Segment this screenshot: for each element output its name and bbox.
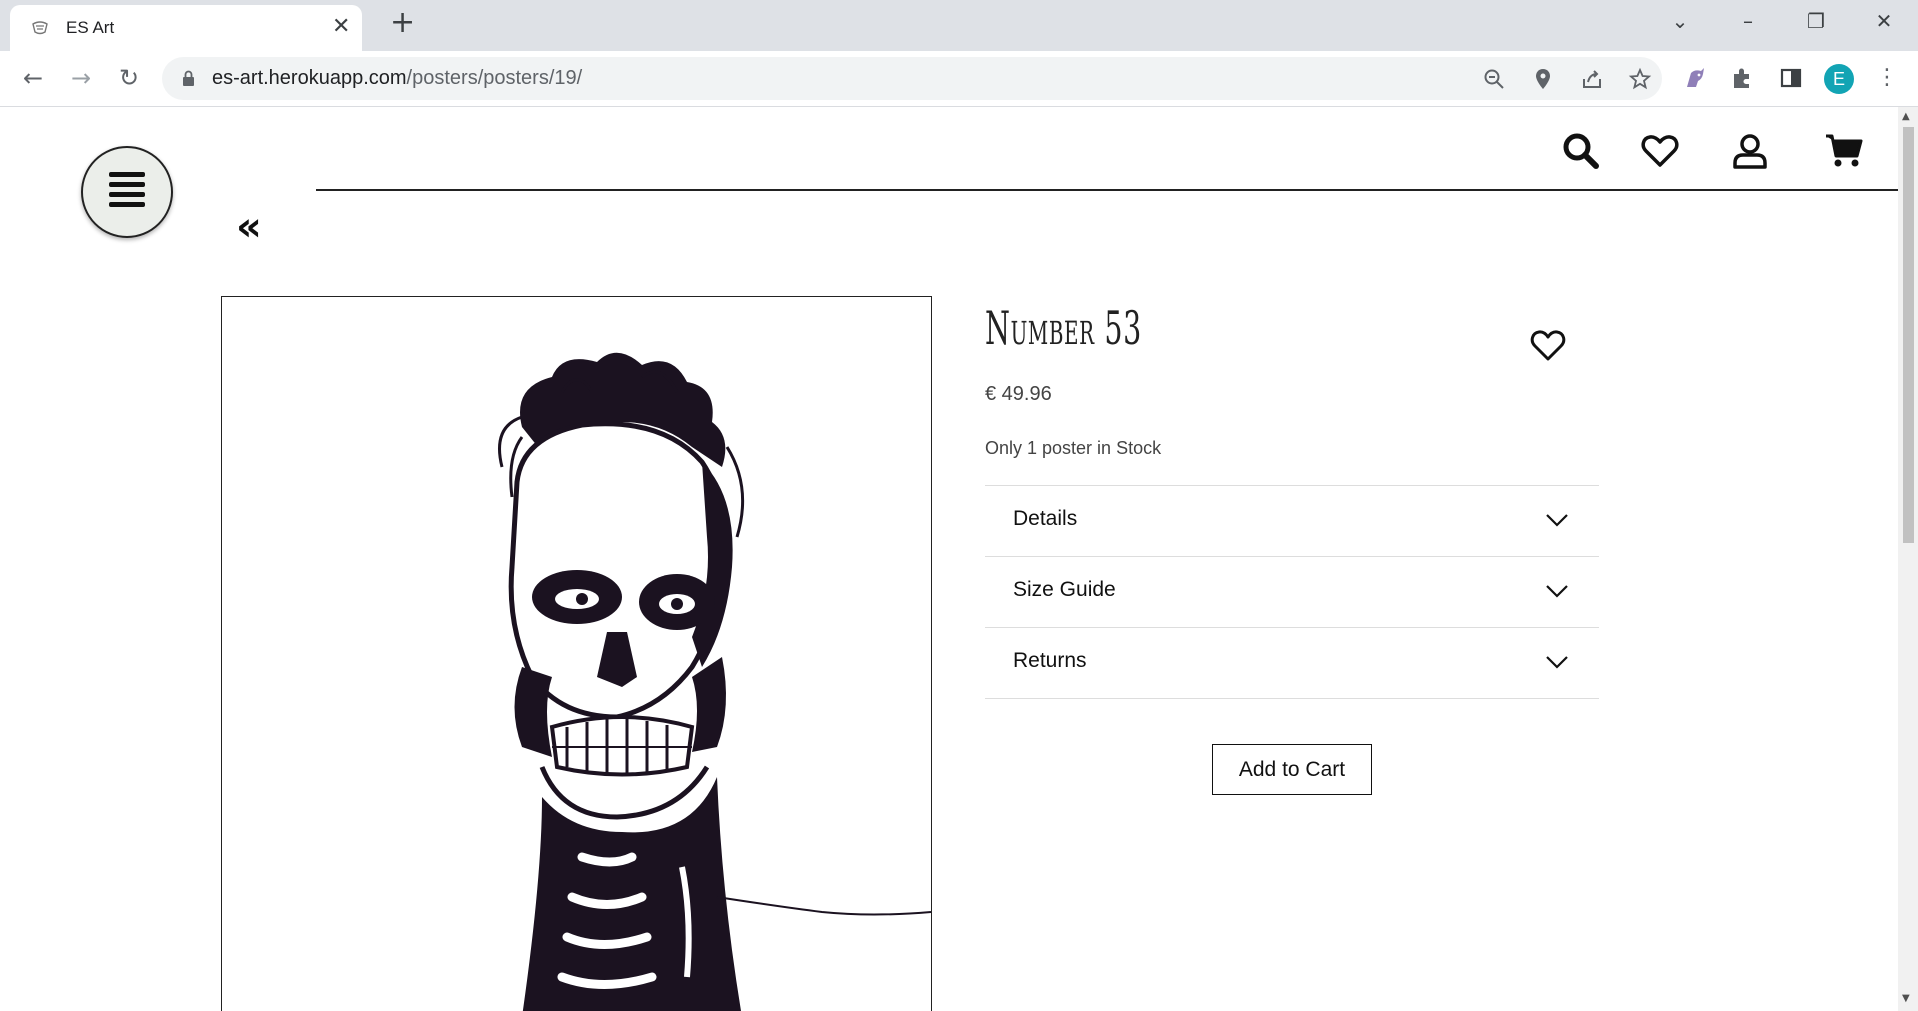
product-title: Number 53 (985, 301, 1142, 355)
accordion-label: Details (1013, 507, 1078, 530)
wishlist-heart-icon[interactable] (1640, 131, 1680, 171)
url-text: es-art.herokuapp.com/posters/posters/19/ (212, 67, 583, 89)
product-accordion: Details Size Guide Returns (985, 485, 1599, 699)
accordion-size-guide[interactable]: Size Guide (985, 556, 1599, 627)
menu-bar (109, 192, 145, 197)
cart-icon[interactable] (1824, 131, 1864, 171)
extension-unicorn-icon[interactable] (1682, 65, 1708, 91)
search-icon[interactable] (1561, 131, 1601, 171)
more-menu-icon[interactable]: ⋮ (1870, 61, 1904, 95)
bookmark-star-icon[interactable] (1628, 67, 1652, 91)
browser-tab-strip: ES Art ✕ + ⌄ – ❐ ✕ (0, 0, 1918, 51)
close-window-icon[interactable]: ✕ (1864, 8, 1904, 34)
menu-bar (109, 202, 145, 207)
back-link[interactable]: « (236, 207, 262, 247)
location-pin-icon[interactable] (1531, 67, 1555, 91)
web-page: « Number 53 € 49.96 Only 1 poster in Sto… (0, 107, 1898, 1011)
back-icon[interactable]: ← (16, 61, 50, 95)
address-bar[interactable]: es-art.herokuapp.com/posters/posters/19/ (162, 57, 1662, 100)
chevron-down-icon (1546, 514, 1568, 527)
new-tab-icon[interactable]: + (390, 8, 415, 38)
page-scrollbar[interactable]: ▲ ▼ (1898, 107, 1918, 1011)
scroll-down-arrow-icon[interactable]: ▼ (1902, 993, 1910, 1004)
add-to-wishlist-heart-icon[interactable] (1530, 328, 1566, 362)
menu-bar (109, 172, 145, 177)
accordion-label: Size Guide (1013, 578, 1116, 601)
menu-bar (109, 182, 145, 187)
skull-portrait-illustration (222, 297, 931, 1011)
product-price: € 49.96 (985, 383, 1052, 405)
site-favicon-icon (32, 21, 48, 35)
menu-toggle-button[interactable] (81, 146, 173, 238)
minimize-icon[interactable]: – (1728, 8, 1768, 34)
forward-icon[interactable]: → (64, 61, 98, 95)
reload-icon[interactable]: ↻ (112, 61, 146, 95)
accordion-returns[interactable]: Returns (985, 627, 1599, 699)
zoom-out-icon[interactable] (1482, 67, 1506, 91)
scroll-up-arrow-icon[interactable]: ▲ (1902, 111, 1910, 122)
stock-status: Only 1 poster in Stock (985, 438, 1162, 458)
browser-toolbar: ← → ↻ es-art.herokuapp.com/posters/poste… (0, 51, 1918, 107)
chevron-down-icon (1546, 656, 1568, 669)
add-to-cart-button[interactable]: Add to Cart (1212, 744, 1372, 795)
accordion-label: Returns (1013, 649, 1087, 672)
header-divider (316, 189, 1898, 191)
chevron-down-icon (1546, 585, 1568, 598)
tab-close-icon[interactable]: ✕ (332, 16, 350, 38)
extensions-puzzle-icon[interactable] (1730, 65, 1756, 91)
side-panel-icon[interactable] (1778, 65, 1804, 91)
tab-search-icon[interactable]: ⌄ (1660, 8, 1700, 34)
restore-icon[interactable]: ❐ (1796, 8, 1836, 34)
accordion-details[interactable]: Details (985, 485, 1599, 556)
browser-tab[interactable]: ES Art ✕ (10, 5, 362, 51)
account-user-icon[interactable] (1730, 131, 1770, 171)
profile-avatar[interactable]: E (1824, 64, 1854, 94)
product-image (221, 296, 932, 1011)
share-icon[interactable] (1580, 67, 1604, 91)
scroll-thumb[interactable] (1903, 127, 1914, 543)
tab-title: ES Art (66, 18, 115, 37)
lock-icon (183, 70, 194, 86)
